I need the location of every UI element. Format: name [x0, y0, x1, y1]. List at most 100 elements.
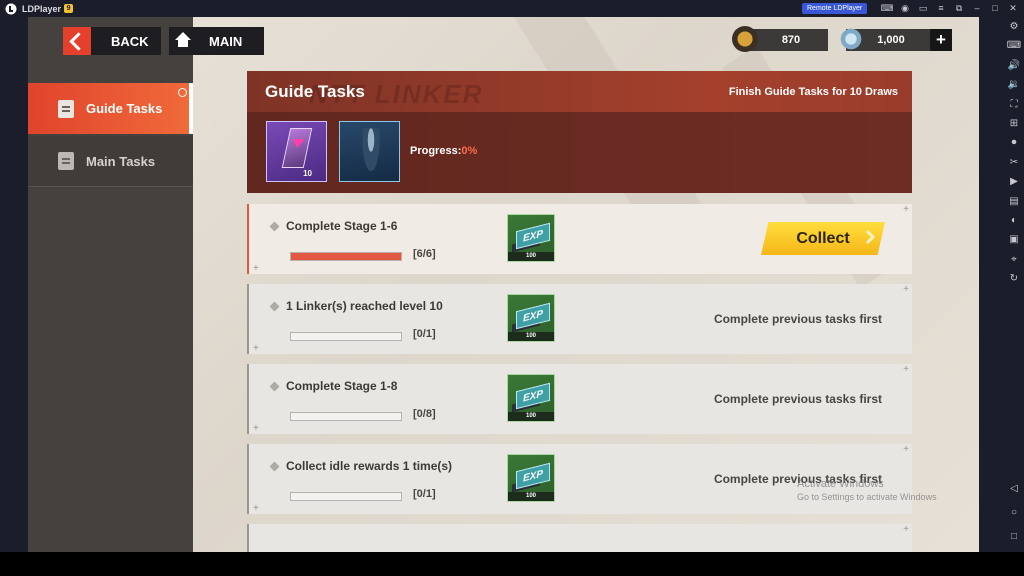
exp-reward-item[interactable]: EXP 100: [507, 454, 555, 502]
guide-tasks-header: NTT LINKER Guide Tasks Finish Guide Task…: [247, 71, 912, 193]
plus-decoration-icon: +: [903, 204, 909, 215]
task-category-sidebar: Guide Tasks Main Tasks: [28, 17, 193, 552]
task-row-partial: +: [247, 524, 912, 552]
fullscreen-icon[interactable]: ⛶: [1004, 95, 1024, 114]
task-progress-count: [0/1]: [413, 488, 436, 500]
home-icon: [169, 27, 197, 55]
settings-icon[interactable]: ⚙: [1004, 17, 1024, 36]
back-arrow-icon: [63, 27, 91, 55]
android-recent-icon[interactable]: □: [1004, 525, 1024, 549]
task-locked-status: Complete previous tasks first: [713, 392, 882, 406]
maximize-icon[interactable]: □: [986, 2, 1004, 15]
back-button[interactable]: BACK: [63, 27, 161, 55]
location-icon[interactable]: ⌖: [1004, 250, 1024, 269]
main-button-label: MAIN: [209, 33, 243, 49]
reward-ticket-item[interactable]: 10: [266, 121, 327, 182]
task-title: Complete Stage 1-6: [286, 219, 398, 233]
task-progress-bar: [290, 492, 402, 501]
clipboard-icon: [58, 152, 74, 170]
gamepad-icon[interactable]: ⌨: [878, 2, 896, 15]
task-title: 1 Linker(s) reached level 10: [286, 299, 443, 313]
exp-reward-item[interactable]: EXP 100: [507, 294, 555, 342]
currency-primary: 870: [732, 26, 828, 52]
task-title: Collect idle rewards 1 time(s): [286, 459, 453, 473]
coin-icon: [732, 26, 758, 52]
task-progress-bar: [290, 332, 402, 341]
task-title: Complete Stage 1-8: [286, 379, 398, 393]
android-back-icon[interactable]: ◁: [1004, 477, 1024, 501]
version-badge: 9: [64, 4, 74, 13]
plus-decoration-icon: +: [253, 423, 259, 434]
remote-ldplayer-button[interactable]: Remote LDPlayer: [802, 3, 868, 14]
sidebar-item-guide-tasks[interactable]: Guide Tasks: [28, 83, 193, 134]
screen-icon[interactable]: ▭: [914, 2, 932, 15]
close-icon[interactable]: ✕: [1004, 2, 1022, 15]
main-button[interactable]: MAIN: [169, 27, 264, 55]
task-progress-fill: [291, 253, 401, 260]
task-progress-count: [6/6]: [413, 248, 436, 260]
task-progress-count: [0/8]: [413, 408, 436, 420]
video-icon[interactable]: ▶: [1004, 172, 1024, 191]
task-locked-status: Complete previous tasks first: [713, 312, 882, 326]
folder-icon[interactable]: ▣: [1004, 230, 1024, 249]
restore-small-icon[interactable]: ⧉: [950, 2, 968, 15]
plus-decoration-icon: +: [903, 364, 909, 375]
emulator-titlebar: LDPlayer 9 Remote LDPlayer ⌨ ◉ ▭ ≡ ⧉ – □…: [0, 0, 1024, 17]
game-viewport: Guide Tasks Main Tasks BACK MAIN 870 1,0…: [28, 17, 979, 552]
install-apk-icon[interactable]: ⊞: [1004, 114, 1024, 133]
volume-down-icon[interactable]: 🔉: [1004, 75, 1024, 94]
diamond-bullet-icon: [269, 221, 280, 232]
back-button-label: BACK: [111, 33, 149, 49]
bottom-letterbox: [0, 552, 1024, 576]
record-icon[interactable]: ⏺: [1004, 133, 1024, 152]
crystal-icon: [838, 26, 864, 52]
exp-reward-item[interactable]: EXP 100: [507, 214, 555, 262]
keyboard-icon[interactable]: ⌨: [1004, 36, 1024, 55]
diamond-bullet-icon: [269, 301, 280, 312]
activate-windows-watermark: Activate Windows Go to Settings to activ…: [797, 478, 937, 504]
progress-label: Progress:: [410, 145, 462, 157]
account-icon[interactable]: ◉: [896, 2, 914, 15]
plus-decoration-icon: +: [253, 503, 259, 514]
reward-character-item[interactable]: [339, 121, 400, 182]
exp-reward-item[interactable]: EXP 100: [507, 374, 555, 422]
diamond-bullet-icon: [269, 381, 280, 392]
add-currency-button[interactable]: +: [930, 29, 952, 51]
app-name: LDPlayer: [22, 3, 62, 14]
watermark-subtitle: Go to Settings to activate Windows: [797, 492, 937, 502]
task-progress-bar: [290, 412, 402, 421]
task-progress-bar: [290, 252, 402, 261]
collect-button[interactable]: Collect: [761, 222, 885, 255]
task-row: + + Complete Stage 1-8 [0/8] EXP 100 Com…: [247, 364, 912, 434]
ldplayer-logo-icon: [5, 3, 17, 14]
scissors-icon[interactable]: ✂: [1004, 153, 1024, 172]
plus-decoration-icon: +: [903, 524, 909, 535]
exp-reward-count: 100: [508, 412, 554, 421]
progress-value: 0%: [461, 145, 478, 157]
plus-decoration-icon: +: [903, 444, 909, 455]
reward-count: 10: [303, 169, 312, 178]
multi-window-icon[interactable]: ▤: [1004, 192, 1024, 211]
watermark-title: Activate Windows: [797, 478, 884, 490]
character-icon: [361, 128, 381, 176]
sync-icon[interactable]: ◐: [1004, 211, 1024, 230]
sidebar-item-label: Guide Tasks: [86, 101, 163, 116]
menu-icon[interactable]: ≡: [932, 2, 950, 15]
progress-text: Progress:0%: [410, 145, 477, 157]
right-letterbox: [979, 17, 1004, 552]
minimize-icon[interactable]: –: [968, 2, 986, 15]
emulator-sidebar: ⚙ ⌨ 🔊 🔉 ⛶ ⊞ ⏺ ✂ ▶ ▤ ◐ ▣ ⌖ ↻ ◁ ○ □: [1004, 17, 1024, 552]
volume-up-icon[interactable]: 🔊: [1004, 56, 1024, 75]
sidebar-item-main-tasks[interactable]: Main Tasks: [28, 136, 193, 187]
task-row: + + Complete Stage 1-6 [6/6] EXP 100 Col…: [247, 204, 912, 274]
exp-reward-count: 100: [508, 492, 554, 501]
plus-decoration-icon: +: [253, 263, 259, 274]
task-row: + + 1 Linker(s) reached level 10 [0/1] E…: [247, 284, 912, 354]
header-subtitle: Finish Guide Tasks for 10 Draws: [728, 86, 898, 98]
rotate-icon[interactable]: ↻: [1004, 269, 1024, 288]
document-icon: [58, 99, 74, 118]
android-home-icon[interactable]: ○: [1004, 501, 1024, 525]
diamond-bullet-icon: [269, 461, 280, 472]
sidebar-item-label: Main Tasks: [86, 153, 156, 169]
exp-reward-count: 100: [508, 332, 554, 341]
